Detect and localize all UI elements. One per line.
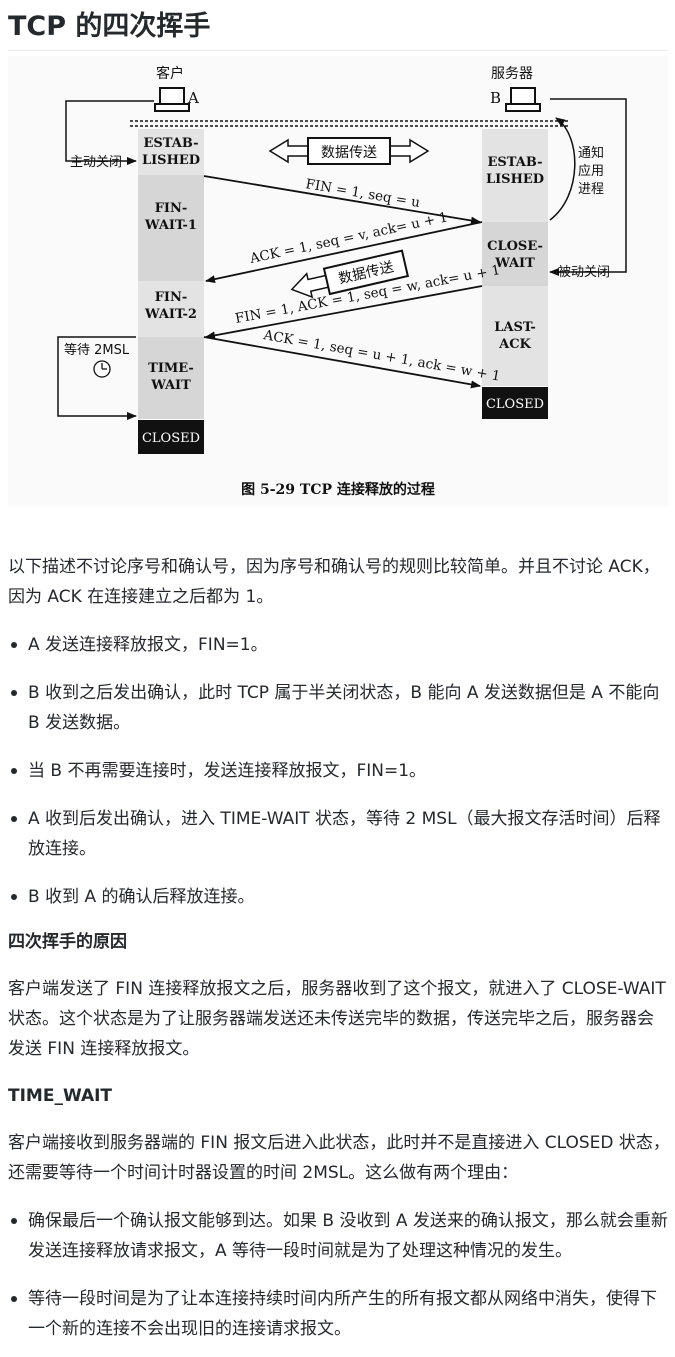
server-letter: B [490, 89, 501, 107]
notify-app-line: 应用 [578, 163, 604, 179]
section-heading-time-wait: TIME_WAIT [8, 1086, 113, 1106]
server-state-line: CLOSE- [487, 239, 543, 254]
server-state-line: ESTAB- [488, 155, 543, 170]
figure-caption: 图 5-29 TCP 连接释放的过程 [241, 481, 435, 498]
reason-paragraph: 客户端发送了 FIN 连接释放报文之后，服务器收到了这个报文，就进入了 CLOS… [8, 979, 666, 1059]
server-computer-icon [505, 87, 541, 112]
list-item: B 收到 A 的确认后释放连接。 [8, 882, 670, 912]
list-item: 等待一段时间是为了让本连接持续时间内所产生的所有报文都从网络中消失，使得下一个新… [8, 1284, 670, 1344]
list-item: 当 B 不再需要连接时，发送连接释放报文，FIN=1。 [8, 756, 670, 786]
client-state-line: ESTAB- [144, 136, 199, 151]
client-state-line: FIN- [155, 201, 188, 216]
tcp-four-way-handshake-figure: 客户 A 服务器 B ESTAB- LISHED FIN- WAIT-1 FIN… [8, 56, 668, 506]
client-state-line: WAIT-2 [144, 307, 197, 322]
handshake-diagram: 客户 A 服务器 B ESTAB- LISHED FIN- WAIT-1 FIN… [8, 56, 668, 506]
server-label: 服务器 [491, 66, 533, 82]
client-state-closed: CLOSED [142, 431, 200, 446]
server-state-line: ACK [498, 337, 531, 352]
time-wait-reasons-list: 确保最后一个确认报文能够到达。如果 B 没收到 A 发送来的确认报文，那么就会重… [8, 1206, 670, 1344]
page-title: TCP 的四次挥手 [8, 11, 211, 42]
client-letter: A [187, 89, 199, 107]
time-wait-paragraph: 客户端接收到服务器端的 FIN 报文后进入此状态，此时并不是直接进入 CLOSE… [8, 1133, 670, 1183]
client-state-line: WAIT-1 [144, 218, 197, 233]
list-item: A 发送连接释放报文，FIN=1。 [8, 630, 670, 660]
wait-2msl-label: 等待 2MSL [64, 342, 130, 358]
client-label: 客户 [156, 65, 184, 82]
server-state-closed: CLOSED [486, 397, 544, 412]
client-state-line: TIME- [148, 361, 194, 376]
section-heading-reason: 四次挥手的原因 [8, 932, 127, 952]
client-state-line: WAIT [150, 378, 191, 393]
list-item: B 收到之后发出确认，此时 TCP 属于半关闭状态，B 能向 A 发送数据但是 … [8, 678, 670, 738]
server-state-line: LAST- [494, 320, 536, 335]
server-state-line: LISHED [486, 172, 544, 187]
title-divider [8, 50, 668, 51]
client-computer-icon [154, 87, 190, 112]
list-item: 确保最后一个确认报文能够到达。如果 B 没收到 A 发送来的确认报文，那么就会重… [8, 1206, 670, 1266]
clock-icon [93, 360, 111, 378]
steps-list: A 发送连接释放报文，FIN=1。 B 收到之后发出确认，此时 TCP 属于半关… [8, 630, 670, 912]
active-close-label: 主动关闭 [70, 155, 122, 170]
passive-close-label: 被动关闭 [558, 265, 610, 280]
notify-app-line: 进程 [578, 182, 604, 197]
data-transfer-label: 数据传送 [321, 145, 377, 161]
notify-app-line: 通知 [578, 145, 604, 161]
server-state-line: WAIT [494, 256, 535, 271]
client-state-line: LISHED [142, 153, 200, 168]
intro-paragraph: 以下描述不讨论序号和确认号，因为序号和确认号的规则比较简单。并且不讨论 ACK，… [8, 557, 660, 607]
list-item: A 收到后发出确认，进入 TIME-WAIT 状态，等待 2 MSL（最大报文存… [8, 804, 670, 864]
client-state-line: FIN- [155, 290, 188, 305]
